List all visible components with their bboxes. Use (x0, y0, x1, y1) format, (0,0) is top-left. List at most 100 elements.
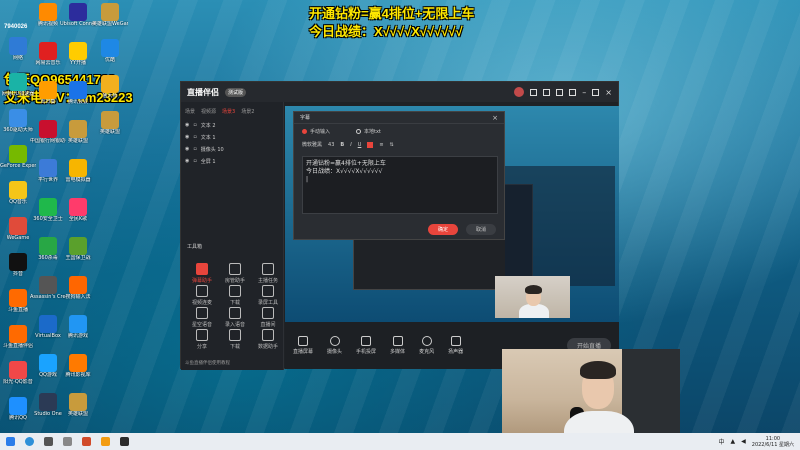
lock-icon[interactable]: ▫ (193, 158, 196, 164)
source-item[interactable]: ◉ ▫ 摄像头 10 (181, 143, 283, 155)
app-icon (39, 159, 57, 177)
media-button[interactable]: 多媒体 (390, 336, 405, 355)
tab-scene3[interactable]: 场景3 (222, 108, 235, 115)
message-icon[interactable] (543, 88, 551, 96)
lock-icon[interactable]: ▫ (193, 122, 196, 128)
microphone-icon (421, 336, 432, 346)
desktop-icon[interactable]: 腾讯游戏 (60, 315, 96, 339)
tool-button[interactable]: 星空语音 (187, 307, 217, 328)
skin-icon[interactable] (556, 88, 564, 96)
eye-icon[interactable]: ◉ (185, 146, 189, 152)
radio-manual[interactable]: 手动输入 (302, 128, 330, 135)
desktop-icon[interactable]: 腾讯影视库 (60, 354, 96, 378)
desktop-icon[interactable]: 全民K歌 (60, 198, 96, 222)
tool-label: 下载 (229, 344, 240, 350)
desktop-icon[interactable]: YY开播 (60, 42, 96, 66)
desktop-icon[interactable]: 优酷 (92, 39, 128, 63)
app-taskbar-icon[interactable] (120, 437, 129, 446)
app-icon (39, 198, 57, 216)
avatar[interactable] (514, 87, 525, 97)
cancel-button[interactable]: 取消 (466, 224, 497, 235)
eye-icon[interactable]: ◉ (185, 134, 189, 140)
tool-button[interactable]: 录入语音 (220, 307, 250, 328)
subtitle-textarea[interactable]: 开通钻粉=赢4排位+无限上车 今日战绩：X√√√√X√√√√√√ | (302, 156, 498, 214)
tool-icon (229, 307, 241, 319)
volume-icon[interactable]: ◀ (741, 438, 746, 445)
app-icon (69, 237, 87, 255)
speaker-button[interactable]: 扬声器 (448, 336, 463, 355)
tool-button[interactable]: 录屏工具 (253, 285, 283, 306)
underline-button[interactable]: U (358, 142, 362, 148)
tool-button[interactable]: 主播任务 (253, 263, 283, 284)
settings-icon[interactable] (530, 88, 538, 96)
desktop-icon[interactable]: 英雄联盟WeGame版 (92, 3, 128, 27)
source-item[interactable]: ◉ ▫ 文本 2 (181, 119, 283, 131)
screen-capture-label: 直播屏幕 (293, 349, 314, 355)
font-select[interactable]: 微软雅黑 (302, 141, 322, 148)
desktop-icon[interactable]: 搜狗输入法 (60, 276, 96, 300)
tool-icon (196, 307, 208, 319)
lock-icon[interactable]: ▫ (193, 146, 196, 152)
desktop-icon[interactable]: 雷电模拟器 (60, 159, 96, 183)
person-shirt (519, 304, 549, 318)
italic-button[interactable]: I (350, 142, 351, 148)
tool-label: 视频连麦 (191, 300, 212, 306)
phone-cast-button[interactable]: 手机投屏 (356, 336, 376, 355)
start-icon[interactable] (6, 437, 15, 446)
desktop-icon[interactable]: 王国保卫战 (60, 237, 96, 261)
tool-button[interactable]: 房管助手 (220, 263, 250, 284)
camera-button[interactable]: 摄像头 (327, 336, 342, 355)
close-icon[interactable]: × (605, 88, 612, 97)
color-icon[interactable] (367, 141, 374, 148)
network-icon[interactable]: ▲ (731, 438, 736, 445)
tool-button[interactable]: 直播间 (253, 307, 283, 328)
ime-indicator[interactable]: 中 (719, 437, 725, 446)
text-cursor: | (306, 176, 309, 183)
lock-icon[interactable]: ▫ (193, 134, 196, 140)
close-icon[interactable]: × (492, 114, 498, 122)
search-icon[interactable] (25, 437, 34, 446)
tool-button[interactable]: 弹幕助手 (187, 263, 217, 284)
tool-button[interactable]: 视频连麦 (187, 285, 217, 306)
screen-capture-button[interactable]: 直播屏幕 (293, 336, 313, 355)
headline-overlay: 开通钻粉=赢4排位+无限上车 (309, 6, 475, 21)
microphone-button[interactable]: 麦克风 (419, 336, 434, 355)
source-item[interactable]: ◉ ▫ 全屏 1 (181, 155, 283, 167)
maximize-icon[interactable] (592, 88, 600, 96)
desktop-icon[interactable]: Ubisoft Connect (60, 3, 96, 27)
app-taskbar-icon[interactable] (63, 437, 72, 446)
menu-icon[interactable] (569, 88, 577, 96)
app-taskbar-icon[interactable] (101, 437, 110, 446)
app-taskbar-icon[interactable] (44, 437, 53, 446)
status-text[interactable]: 斗鱼直播伴侣使用教程 (185, 360, 230, 366)
font-size-select[interactable]: 43 (328, 142, 334, 148)
source-item[interactable]: ◉ ▫ 文本 1 (181, 131, 283, 143)
desktop-icon[interactable]: 英雄联盟 (92, 111, 128, 135)
radio-file[interactable]: 本地txt (356, 128, 381, 135)
bold-button[interactable]: B (340, 142, 344, 148)
tool-button[interactable]: 下载 (220, 285, 250, 306)
desktop-icon-label: 阳光·QQ影音 (3, 379, 33, 385)
app-taskbar-icon[interactable] (82, 437, 91, 446)
media-label: 多媒体 (390, 349, 406, 355)
spacing-icon[interactable]: ⇅ (390, 142, 394, 148)
tool-button[interactable]: 下载 (220, 329, 250, 350)
format-toolbar: 微软雅黑 43 B I U ≡ ⇅ (294, 139, 504, 150)
tab-scene[interactable]: 场景 (185, 108, 195, 115)
clock[interactable]: 11:00 2022/6/11 星期六 (752, 436, 794, 448)
eye-icon[interactable]: ◉ (185, 122, 189, 128)
tool-label: 分享 (196, 344, 207, 350)
tool-button[interactable]: 分享 (187, 329, 217, 350)
confirm-button[interactable]: 确定 (428, 224, 459, 235)
align-icon[interactable]: ≡ (379, 142, 383, 148)
desktop-icon-label: 搜狗输入法 (65, 294, 91, 300)
desktop-icon[interactable]: 英雄联盟 (60, 120, 96, 144)
eye-icon[interactable]: ◉ (185, 158, 189, 164)
tab-video-source[interactable]: 视频源 (201, 108, 216, 115)
desktop-icon[interactable]: 英雄联盟 (60, 393, 96, 417)
desktop-icon[interactable]: 鲁大师 (92, 75, 128, 99)
tab-scene2[interactable]: 场景2 (241, 108, 254, 115)
minimize-icon[interactable]: – (582, 88, 586, 97)
tool-button[interactable]: 数据助手 (253, 329, 283, 350)
desktop-icon[interactable]: 腾讯会议 (60, 81, 96, 105)
